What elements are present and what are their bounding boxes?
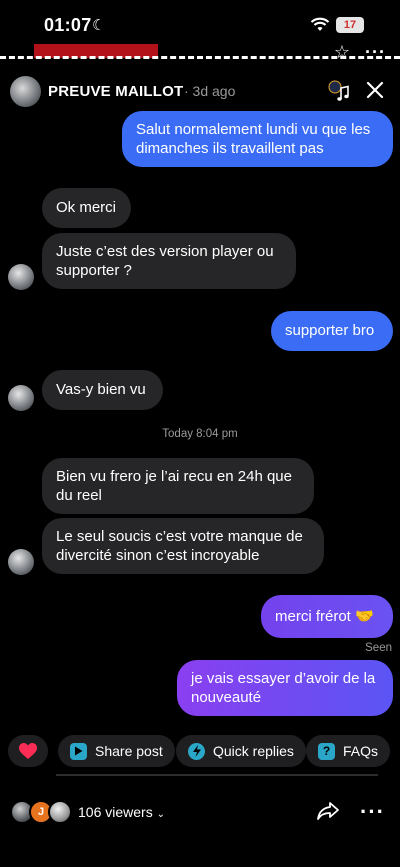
like-button[interactable] [8,735,48,767]
composer-divider [56,774,378,776]
message-outgoing[interactable]: supporter bro [271,311,393,351]
faqs-button[interactable]: ? FAQs [306,735,391,767]
sender-avatar[interactable] [8,549,34,575]
contact-name[interactable]: PREUVE MAILLOT [48,83,183,100]
message-text: Juste c’est des version player ou suppor… [56,242,274,280]
viewer-initial: J [37,806,45,818]
message-text: Salut normalement lundi vu que les diman… [136,120,371,158]
story-progress-strip: ☆ ··· [0,44,400,66]
message-incoming[interactable]: Ok merci [42,188,131,228]
message-text: Ok merci [56,199,116,217]
more-icon[interactable]: ··· [365,44,386,63]
quick-replies-label: Quick replies [213,743,294,759]
star-icon[interactable]: ☆ [334,44,350,63]
viewer-avatar[interactable] [48,800,72,824]
share-icon[interactable] [316,799,340,823]
message-incoming[interactable]: Vas-y bien vu [42,370,163,410]
message-incoming[interactable]: Bien vu frero je l’ai recu en 24h que du… [42,458,314,514]
sender-avatar[interactable] [8,385,34,411]
message-text: Vas-y bien vu [56,381,146,399]
close-icon[interactable] [363,78,387,102]
share-post-button[interactable]: Share post [58,735,175,767]
message-text: supporter bro [285,322,375,340]
message-text: je vais essayer d’avoir de la nouveauté [191,669,376,707]
avatar[interactable] [10,76,41,107]
play-icon [70,742,87,760]
chat-header: PREUVE MAILLOT · 3d ago [0,72,400,110]
viewers-bar: J 106 viewers ⌄ ··· [0,796,400,828]
last-active: · 3d ago [184,83,236,99]
message-text: Bien vu frero je l’ai recu en 24h que du… [56,467,292,505]
moon-icon: ☾ [92,17,106,34]
viewers-count-label: 106 viewers [78,804,153,820]
status-time: 01:07 [44,15,92,35]
lightning-icon [188,742,205,760]
message-outgoing[interactable]: merci frérot 🤝 [261,595,393,638]
share-post-label: Share post [95,743,163,759]
chevron-down-icon: ⌄ [156,809,165,820]
message-outgoing[interactable]: Salut normalement lundi vu que les diman… [122,111,393,167]
message-text: merci frérot 🤝 [275,607,374,625]
heart-icon [19,743,37,759]
battery-indicator: 17 [336,17,364,33]
faqs-label: FAQs [343,743,379,759]
message-incoming[interactable]: Le seul soucis c’est votre manque de div… [42,518,324,574]
seen-receipt: Seen [365,642,392,654]
sender-avatar[interactable] [8,264,34,290]
viewers-count[interactable]: 106 viewers ⌄ [78,804,165,820]
quick-replies-button[interactable]: Quick replies [176,735,306,767]
message-text: Le seul soucis c’est votre manque de div… [56,527,303,565]
question-icon: ? [318,742,335,760]
music-icon[interactable] [328,80,350,102]
message-incoming[interactable]: Juste c’est des version player ou suppor… [42,233,296,289]
message-outgoing[interactable]: je vais essayer d’avoir de la nouveauté [177,660,393,716]
status-bar: 01:07 ☾ 17 [0,0,400,44]
wifi-icon [310,17,330,31]
message-timestamp: Today 8:04 pm [162,428,238,440]
quick-actions: Share post Quick replies ? FAQs [0,735,400,767]
more-options-icon[interactable]: ··· [360,799,385,825]
